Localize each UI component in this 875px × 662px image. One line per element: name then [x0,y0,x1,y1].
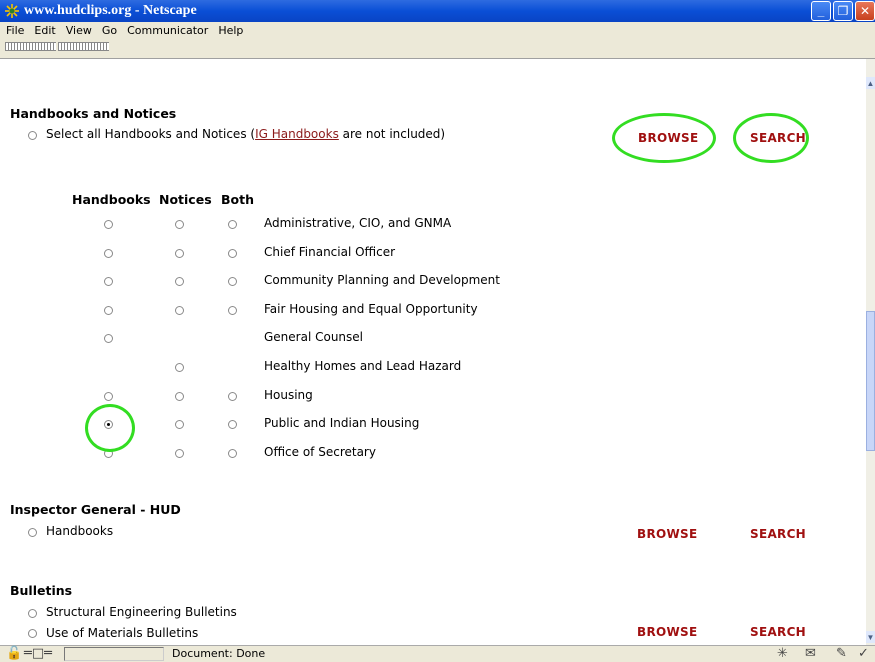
collapsed-toolbars [0,39,875,59]
chevron-down-icon: ▼ [866,632,875,642]
ig-handbooks-link[interactable]: IG Handbooks [255,127,339,141]
office-label: Administrative, CIO, and GNMA [264,216,452,230]
use-of-materials-radio[interactable] [28,629,37,638]
office-label: General Counsel [264,330,364,344]
menu-help[interactable]: Help [214,24,247,37]
office-label: Office of Secretary [264,445,376,459]
search-button-handbooks[interactable]: SEARCH [750,131,806,145]
structural-engineering-radio[interactable] [28,609,37,618]
use-of-materials-label: Use of Materials Bulletins [46,626,199,640]
menu-edit[interactable]: Edit [30,24,59,37]
radio-both-row-8[interactable] [228,449,237,458]
browse-button-handbooks[interactable]: BROWSE [638,131,698,145]
radio-notices-row-1[interactable] [175,249,184,258]
close-button[interactable]: ✕ [855,1,875,21]
select-all-radio[interactable] [28,131,37,140]
radio-notices-row-3[interactable] [175,306,184,315]
menu-bar: File Edit View Go Communicator Help [0,22,875,39]
vertical-scrollbar[interactable]: ▲ ▼ [866,59,875,645]
menu-file[interactable]: File [2,24,28,37]
column-header-handbooks: Handbooks [72,192,151,207]
browse-button-bulletins[interactable]: BROWSE [637,625,697,639]
mail-icon[interactable]: ✉ [805,646,816,661]
radio-notices-row-0[interactable] [175,220,184,229]
office-label: Fair Housing and Equal Opportunity [264,302,478,316]
restore-button[interactable]: ❐ [833,1,853,21]
radio-both-row-1[interactable] [228,249,237,258]
radio-both-row-2[interactable] [228,277,237,286]
scroll-down-button[interactable]: ▼ [866,631,875,643]
radio-notices-row-8[interactable] [175,449,184,458]
page-content: Handbooks and Notices Select all Handboo… [0,59,866,645]
status-text: Document: Done [172,647,266,660]
minimize-icon: _ [817,4,825,18]
select-all-prefix: Select all Handbooks and Notices ( [46,127,256,141]
netscape-icon [4,3,20,19]
selected-radio-highlight-circle [85,404,135,452]
search-button-bulletins[interactable]: SEARCH [750,625,806,639]
radio-both-row-3[interactable] [228,306,237,315]
search-button-ig[interactable]: SEARCH [750,527,806,541]
radio-handbooks-row-3[interactable] [104,306,113,315]
toolbar-grip-location[interactable] [58,42,109,51]
select-all-suffix: are not included) [338,127,446,141]
column-header-notices: Notices [159,192,212,207]
office-label: Housing [264,388,313,402]
office-label: Community Planning and Development [264,273,500,287]
progress-box [64,647,164,661]
radio-handbooks-row-0[interactable] [104,220,113,229]
radio-both-row-7[interactable] [228,420,237,429]
ig-handbooks-radio[interactable] [28,528,37,537]
radio-both-row-0[interactable] [228,220,237,229]
toolbar-grip-navigation[interactable] [5,42,56,51]
radio-notices-row-2[interactable] [175,277,184,286]
navigator-icon[interactable]: ✳ [777,646,788,661]
scroll-thumb[interactable] [866,311,875,451]
office-label: Public and Indian Housing [264,416,420,430]
radio-both-row-6[interactable] [228,392,237,401]
column-header-both: Both [221,192,254,207]
radio-handbooks-row-4[interactable] [104,334,113,343]
radio-notices-row-7[interactable] [175,420,184,429]
inspector-general-heading: Inspector General - HUD [10,502,181,517]
bulletins-heading: Bulletins [10,583,73,598]
radio-notices-row-6[interactable] [175,392,184,401]
office-label: Healthy Homes and Lead Hazard [264,359,462,373]
title-bar: www.hudclips.org - Netscape _ ❐ ✕ [0,0,875,22]
menu-go[interactable]: Go [98,24,121,37]
composer-icon[interactable]: ✎ [836,646,847,661]
window-title: www.hudclips.org - Netscape [24,3,197,18]
radio-notices-row-5[interactable] [175,363,184,372]
structural-engineering-label: Structural Engineering Bulletins [46,605,237,619]
menu-communicator[interactable]: Communicator [123,24,212,37]
ig-handbooks-label: Handbooks [46,524,114,538]
minimize-button[interactable]: _ [811,1,831,21]
check-icon[interactable]: ✓ [858,646,869,661]
restore-icon: ❐ [837,4,849,18]
menu-view[interactable]: View [62,24,96,37]
radio-handbooks-row-1[interactable] [104,249,113,258]
browse-button-ig[interactable]: BROWSE [637,527,697,541]
handbooks-notices-heading: Handbooks and Notices [10,106,177,121]
status-bar: 🔓 ═□═ Document: Done ✳ ✉ ✎ ✓ [0,645,875,662]
close-icon: ✕ [859,4,871,18]
scroll-up-button[interactable]: ▲ [866,77,875,89]
connection-icon: ═□═ [24,646,52,661]
office-label: Chief Financial Officer [264,245,396,259]
radio-handbooks-row-2[interactable] [104,277,113,286]
chevron-up-icon: ▲ [866,78,875,88]
security-lock-icon[interactable]: 🔓 [6,646,22,661]
radio-handbooks-row-6[interactable] [104,392,113,401]
select-all-label: Select all Handbooks and Notices (IG Han… [46,127,445,141]
